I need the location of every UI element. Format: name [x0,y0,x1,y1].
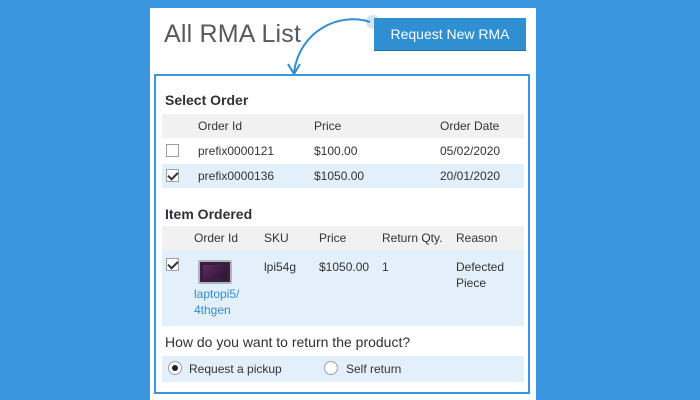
radio-self-return[interactable] [324,361,338,375]
price-cell: $1050.00 [319,260,370,274]
self-return-label[interactable]: Self return [346,362,401,376]
select-order-heading: Select Order [165,92,249,108]
date-cell: 20/01/2020 [440,169,501,183]
price-cell: $100.00 [314,144,358,158]
item-checkbox[interactable] [166,258,179,271]
col-sku: SKU [264,231,289,245]
product-link-line1[interactable]: laptopi5/ [194,287,239,301]
order-id-cell: prefix0000121 [198,144,275,158]
item-row[interactable]: laptopi5/ 4thgen lpi54g $1050.00 1 Defec… [162,250,524,326]
col-order-id: Order Id [194,231,239,245]
sku-cell: lpi54g [264,260,297,274]
date-cell: 05/02/2020 [440,144,501,158]
rma-card: All RMA List Request New RMA Select Orde… [150,8,536,400]
return-question: How do you want to return the product? [165,334,411,350]
reason-line2: Piece [456,276,487,290]
order-table-header: Order Id Price Order Date [162,114,524,138]
col-price: Price [319,231,347,245]
return-options: Request a pickup Self return [162,356,524,382]
order-id-cell: prefix0000136 [198,169,275,183]
item-table-header: Order Id SKU Price Return Qty. Reason [162,226,524,250]
col-price: Price [314,119,342,133]
price-cell: $1050.00 [314,169,365,183]
return-qty-cell: 1 [382,260,389,274]
request-pickup-label[interactable]: Request a pickup [189,362,282,376]
col-reason: Reason [456,231,498,245]
order-checkbox[interactable] [166,169,179,182]
col-return-qty: Return Qty. [382,231,443,245]
rma-form-panel: Select Order Order Id Price Order Date p… [154,74,530,394]
radio-request-pickup[interactable] [168,361,182,375]
table-row[interactable]: prefix0000121 $100.00 05/02/2020 [162,139,524,163]
col-order-id: Order Id [198,119,243,133]
table-row[interactable]: prefix0000136 $1050.00 20/01/2020 [162,164,524,188]
product-link-line2[interactable]: 4thgen [194,303,231,317]
item-ordered-heading: Item Ordered [165,206,253,222]
order-checkbox[interactable] [166,144,179,157]
request-new-rma-button[interactable]: Request New RMA [374,18,526,50]
reason-line1: Defected [456,260,505,274]
col-order-date: Order Date [440,119,500,133]
laptop-thumbnail [198,260,232,284]
